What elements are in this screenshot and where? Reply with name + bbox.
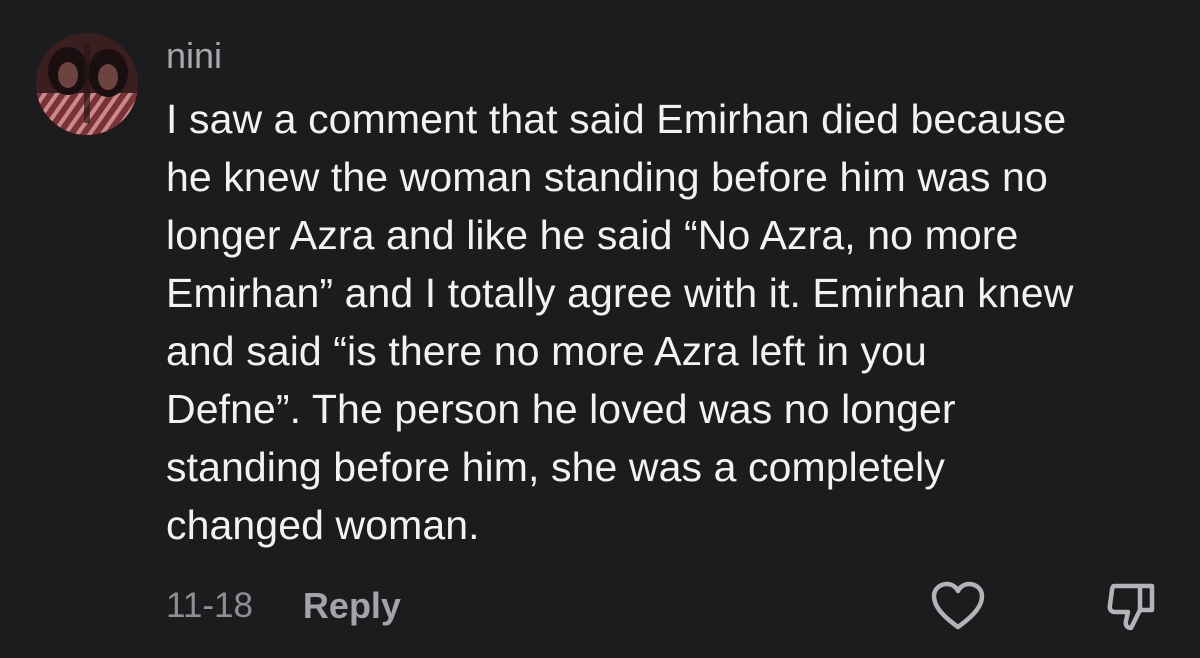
comment-text: I saw a comment that said Emirhan died b… <box>166 96 1074 548</box>
thumbs-down-outline-icon <box>1107 583 1155 631</box>
comment-item: nini I saw a comment that said Emirhan d… <box>0 0 1200 658</box>
comment-date: 11-18 <box>166 586 253 625</box>
reply-button[interactable]: Reply <box>303 583 401 629</box>
comment-username[interactable]: nini <box>166 34 222 78</box>
dislike-button[interactable] <box>1104 578 1160 634</box>
comment-meta: 11-18 Reply <box>166 583 401 629</box>
avatar[interactable] <box>36 33 138 135</box>
like-button[interactable] <box>930 580 986 632</box>
heart-outline-icon <box>931 581 985 630</box>
